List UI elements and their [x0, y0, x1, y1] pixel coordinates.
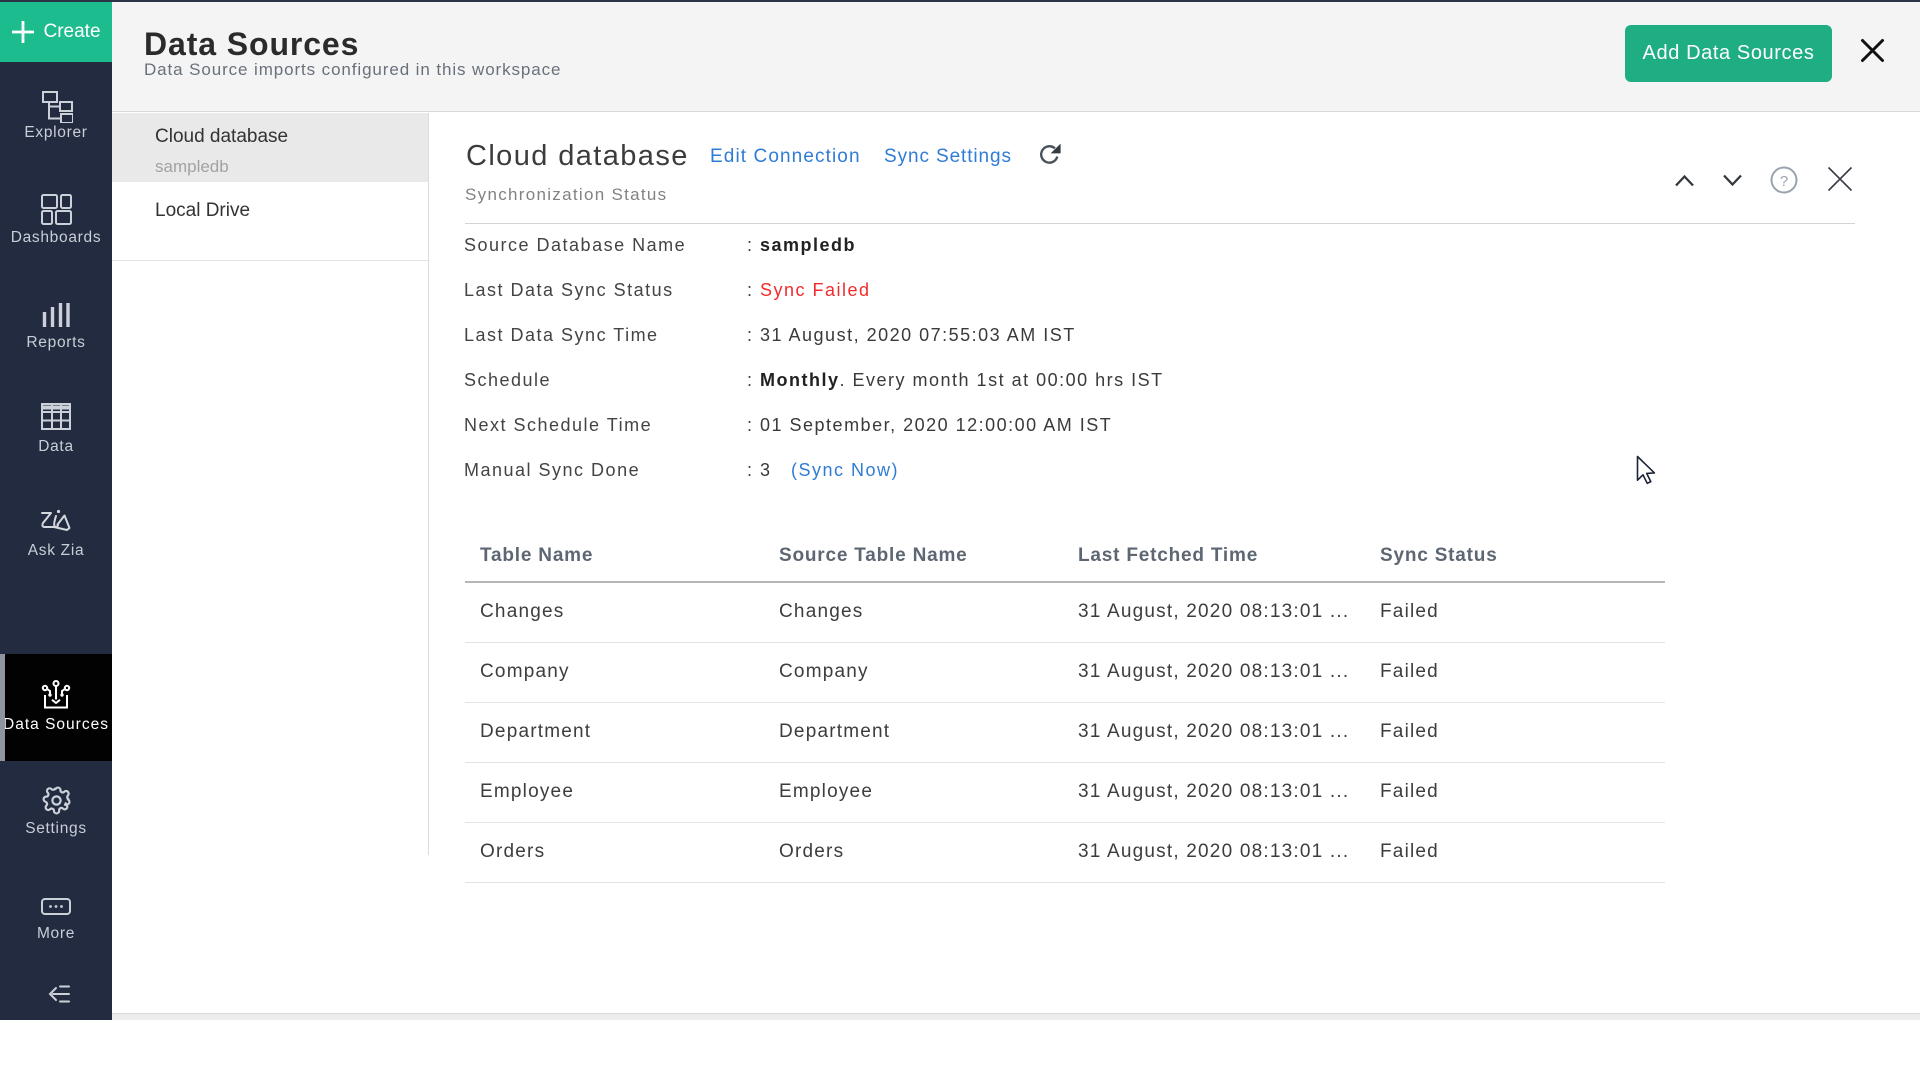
svg-text:?: ?	[1780, 173, 1788, 190]
